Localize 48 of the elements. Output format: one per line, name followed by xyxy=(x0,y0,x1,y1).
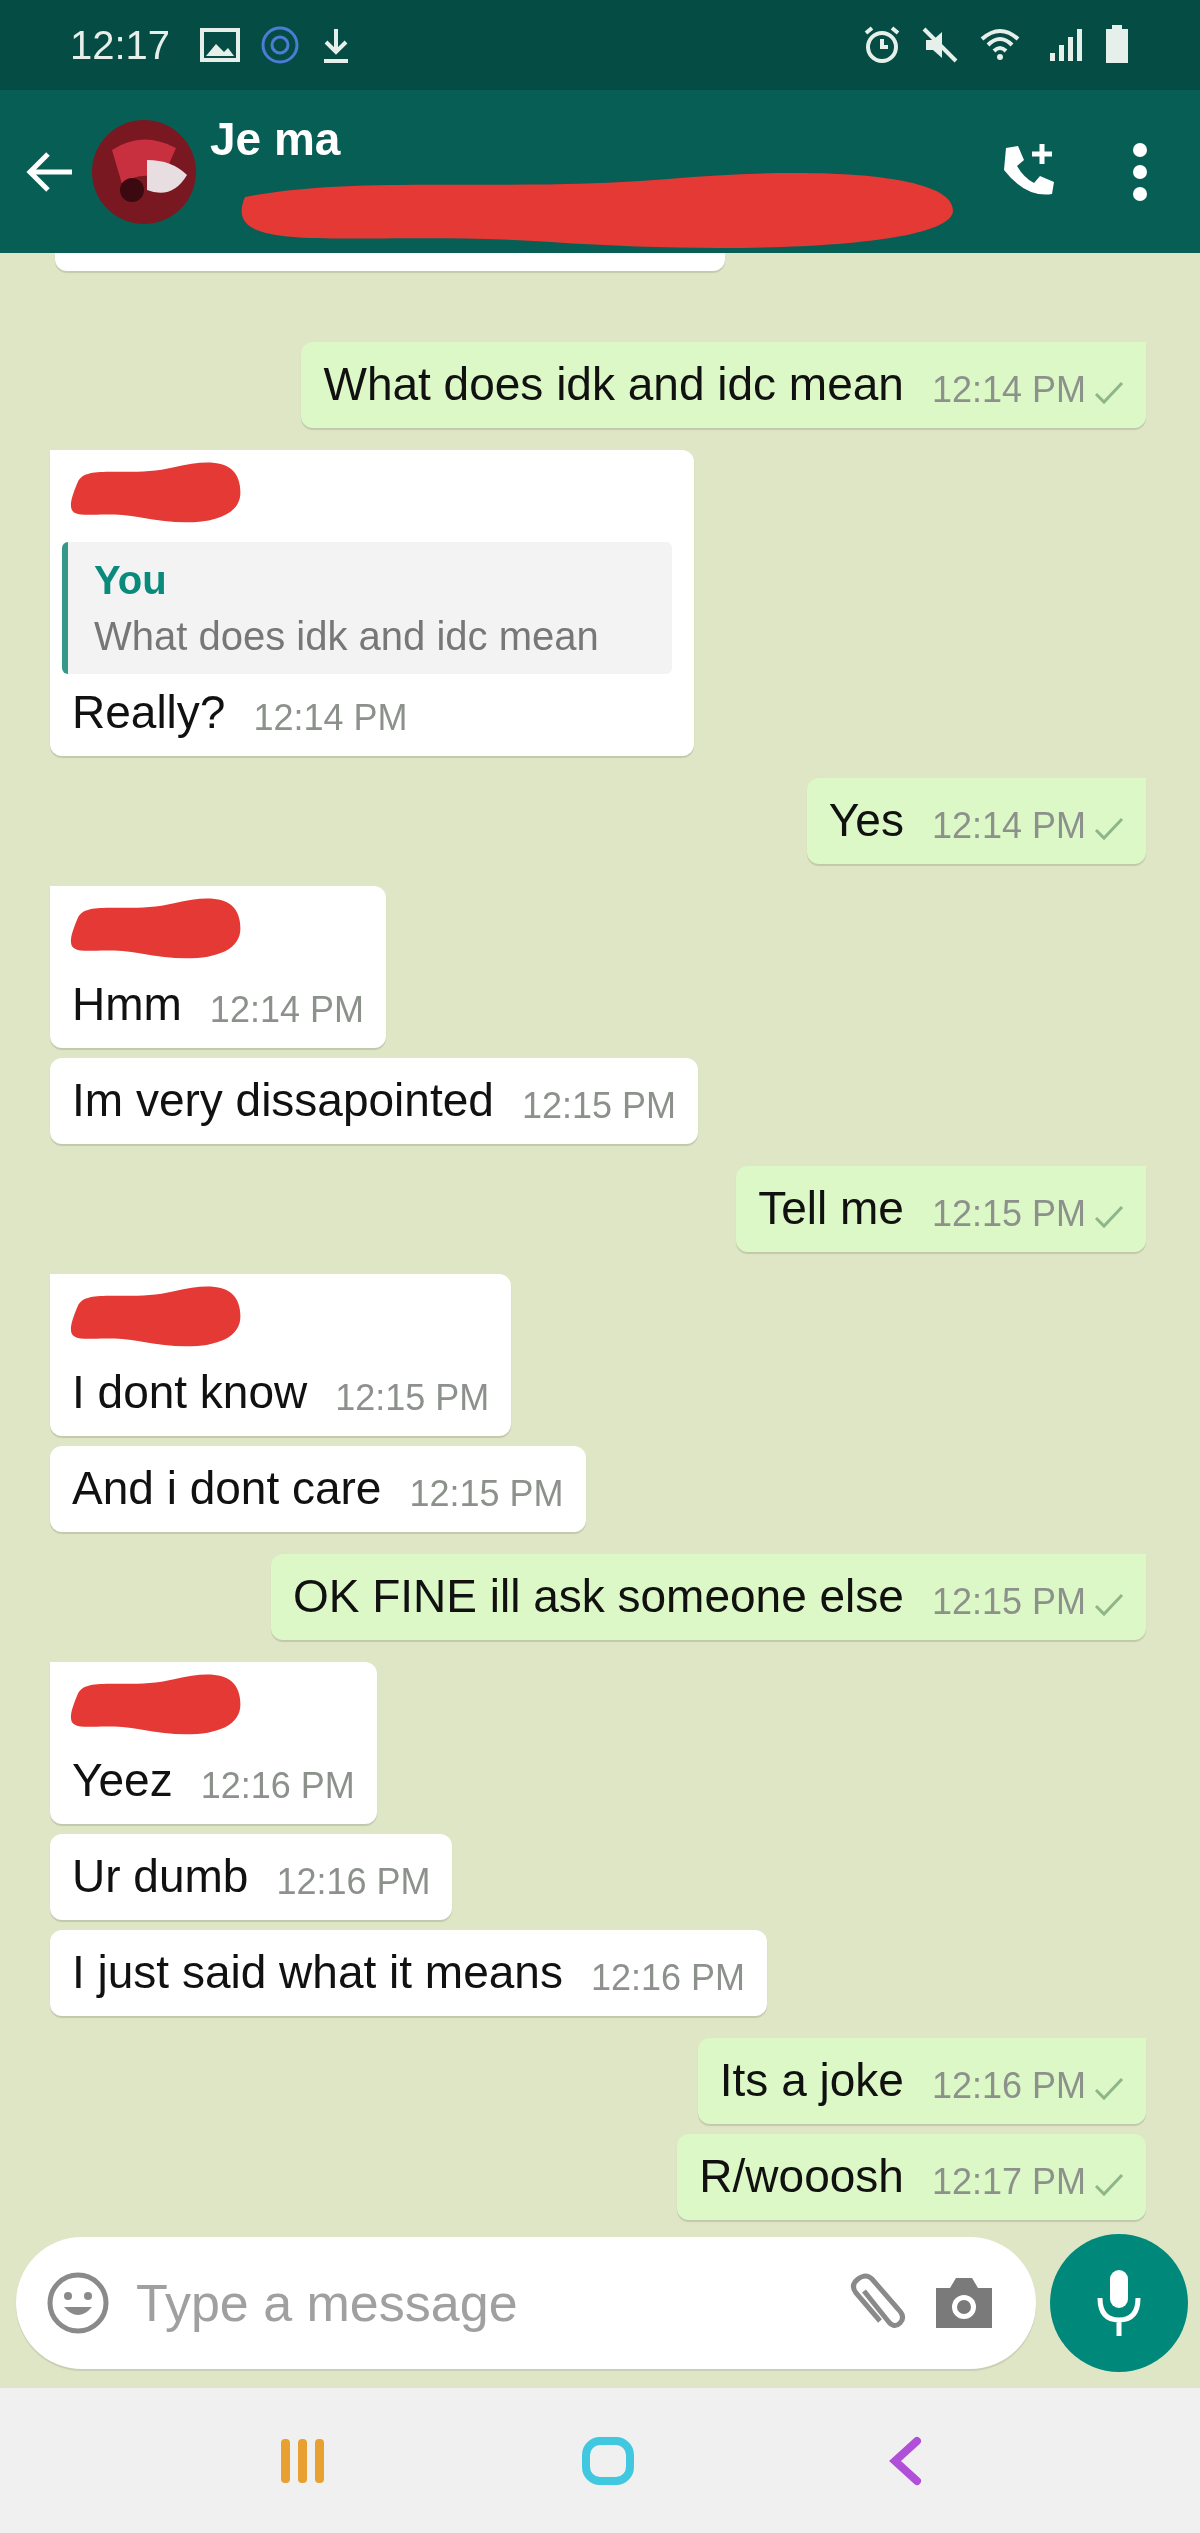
message-text: OK FINE ill ask someone else xyxy=(292,1569,904,1624)
message-input[interactable]: Type a message xyxy=(134,2272,820,2334)
message-text: What does idk and idc mean xyxy=(323,357,904,412)
message-text: And i dont care xyxy=(72,1461,382,1516)
message-text: I dont know xyxy=(72,1365,308,1420)
battery-icon xyxy=(1104,25,1130,65)
contact-name[interactable]: Je ma xyxy=(210,112,341,166)
message-time: 12:14 PM xyxy=(931,368,1086,412)
check-icon xyxy=(1094,380,1124,406)
message-text: Yeez xyxy=(72,1753,173,1808)
message-time: 12:14 PM xyxy=(253,696,408,740)
message-time: 12:15 PM xyxy=(409,1472,564,1516)
message-time: 12:16 PM xyxy=(276,1860,431,1904)
message-text: Im very dissapointed xyxy=(72,1073,494,1128)
mute-icon xyxy=(920,25,960,65)
image-icon xyxy=(200,28,241,62)
message-time: 12:15 PM xyxy=(931,1580,1086,1624)
message-text: Tell me xyxy=(758,1181,904,1236)
check-icon xyxy=(1094,816,1124,842)
message-text: Ur dumb xyxy=(72,1849,249,1904)
message-text: Hmm xyxy=(72,977,182,1032)
message-time: 12:14 PM xyxy=(931,804,1086,848)
check-icon xyxy=(1094,1592,1124,1618)
message-text: R/wooosh xyxy=(699,2149,904,2204)
message-time: 12:16 PM xyxy=(931,2064,1086,2108)
check-icon xyxy=(1094,2172,1124,2198)
message-time: 12:17 PM xyxy=(931,2160,1086,2204)
message-text: Really? xyxy=(72,685,226,740)
message-time: 12:16 PM xyxy=(590,1956,745,2000)
alarm-icon xyxy=(862,25,902,65)
check-icon xyxy=(1094,2076,1124,2102)
message-text: Yes xyxy=(828,793,904,848)
message-field[interactable]: Type a message xyxy=(16,2237,1036,2369)
menu-icon[interactable] xyxy=(1130,141,1150,202)
status-time: 12:17 xyxy=(70,22,171,68)
check-icon xyxy=(1094,1204,1124,1230)
quote-author: You xyxy=(94,557,168,604)
message-time: 12:15 PM xyxy=(335,1376,490,1420)
message-time: 12:16 PM xyxy=(200,1764,355,1808)
message-text: Its a joke xyxy=(719,2053,904,2108)
message-time: 12:14 PM xyxy=(209,988,364,1032)
quote-text: What does idk and idc mean xyxy=(94,613,600,660)
message-text: I just said what it means xyxy=(72,1945,563,2000)
message-time: 12:15 PM xyxy=(931,1192,1086,1236)
avatar[interactable] xyxy=(92,119,196,224)
message-time: 12:15 PM xyxy=(521,1084,676,1128)
emoji-icon[interactable] xyxy=(46,2271,110,2335)
quoted-message[interactable]: You What does idk and idc mean xyxy=(62,542,672,674)
